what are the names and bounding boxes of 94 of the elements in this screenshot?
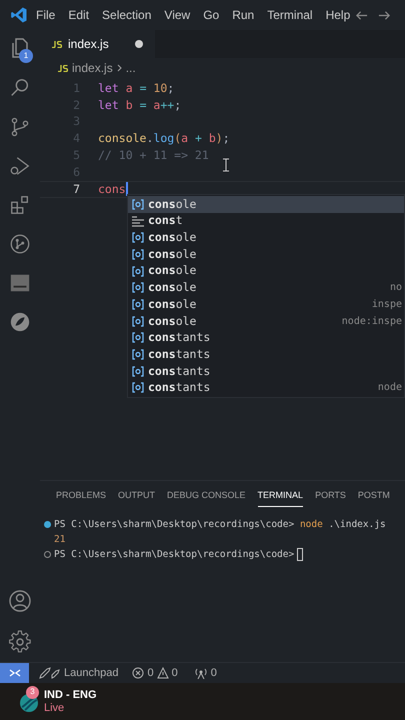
suggestion-label: console — [148, 279, 196, 296]
run-debug-icon[interactable] — [9, 155, 31, 177]
launchpad-button[interactable]: Launchpad — [39, 664, 118, 682]
suggestion-label: constants — [148, 362, 210, 380]
suggestion-detail: inspe — [372, 298, 402, 312]
editor-tab[interactable]: index.js — [40, 30, 155, 58]
suggestion-item[interactable]: const — [128, 212, 404, 230]
terminal-output: 21 — [54, 532, 66, 546]
variable-icon — [132, 332, 144, 344]
code-line: // 10 + 11 => 21 — [98, 146, 209, 164]
app-title: IND - ENG — [44, 688, 97, 702]
snippet-icon — [132, 216, 144, 227]
text-caret — [126, 182, 128, 196]
antenna-icon — [194, 667, 208, 679]
breadcrumb-item[interactable]: ... — [126, 59, 136, 77]
account-icon[interactable] — [8, 589, 32, 613]
variable-icon — [132, 366, 144, 377]
js-file-icon — [52, 40, 62, 48]
suggestion-label: constants — [148, 379, 210, 396]
variable-icon — [132, 198, 144, 210]
ports-button[interactable]: 0 — [194, 664, 217, 682]
variable-icon — [132, 248, 144, 260]
suggestion-item[interactable]: console — [128, 246, 404, 263]
source-control-icon[interactable] — [9, 116, 31, 138]
variable-icon — [132, 232, 144, 244]
suggestion-label: console — [148, 229, 196, 246]
line-number: 7 — [72, 180, 80, 198]
code-line: let b = a++; — [98, 96, 182, 114]
variable-icon — [132, 382, 144, 394]
settings-icon[interactable] — [8, 630, 32, 654]
notification-badge: 1 — [19, 49, 33, 63]
problems-button[interactable]: 0 0 — [132, 664, 178, 682]
suggestion-item[interactable]: console — [128, 262, 404, 280]
terminal-line: PS C:\Users\sharm\Desktop\recordings\code> — [54, 548, 294, 562]
code-line: let a = 10; — [98, 80, 174, 97]
suggestion-item[interactable]: console no — [128, 279, 404, 296]
panel-tab[interactable]: POSTM — [358, 489, 390, 506]
git-graph-icon[interactable] — [9, 233, 31, 255]
breadcrumb-item[interactable]: index.js — [72, 59, 113, 77]
suggestion-item[interactable]: console inspe — [128, 296, 404, 313]
suggestion-label: console — [148, 296, 196, 313]
menu-item[interactable]: Edit — [68, 6, 90, 24]
suggestion-item[interactable]: constants — [128, 362, 404, 380]
suggestion-detail: no — [390, 281, 402, 296]
warning-icon — [156, 667, 169, 679]
code-line: console.log(a + b); — [98, 130, 230, 148]
suggestion-label: console — [148, 196, 196, 213]
notification-badge: 3 — [26, 686, 39, 698]
variable-icon — [132, 349, 144, 360]
suggestion-item[interactable]: constants node — [128, 380, 404, 396]
remote-button[interactable] — [0, 663, 29, 683]
variable-icon — [132, 282, 144, 294]
panel-tab[interactable]: OUTPUT — [118, 489, 156, 506]
suggestion-label: console — [148, 312, 196, 330]
back-arrow-icon[interactable] — [355, 8, 368, 22]
code-line: cons — [98, 180, 126, 198]
suggestion-item[interactable]: console node:inspe — [128, 312, 404, 330]
js-file-icon — [58, 64, 68, 72]
panel-tab[interactable]: TERMINAL — [258, 489, 304, 506]
menu-item[interactable]: Selection — [102, 6, 152, 24]
menu-item[interactable]: Run — [232, 6, 254, 24]
suggestion-item[interactable]: constants — [128, 346, 404, 363]
terminal-line: PS C:\Users\sharm\Desktop\recordings\code> node .\index.js — [54, 518, 386, 532]
leaf-circle-icon[interactable] — [9, 311, 31, 333]
suggestion-detail: node:inspe — [342, 314, 402, 329]
error-icon — [132, 667, 144, 679]
variable-icon — [132, 298, 144, 310]
suggestion-item[interactable]: console — [128, 229, 404, 246]
menu-item[interactable]: File — [36, 6, 56, 24]
menu-item[interactable]: Help — [326, 6, 350, 24]
panel-tab[interactable]: PORTS — [315, 489, 346, 506]
suggestion-label: console — [148, 246, 196, 263]
app-logo-icon — [10, 6, 28, 24]
extensions-icon[interactable] — [9, 194, 31, 216]
panel-tab[interactable]: PROBLEMS — [56, 489, 106, 506]
forward-arrow-icon[interactable] — [378, 8, 391, 22]
chevron-icon — [116, 64, 122, 72]
suggestion-label: const — [148, 212, 183, 230]
suggestion-item[interactable]: constants — [128, 330, 404, 346]
suggestion-detail: node — [378, 381, 402, 396]
menu-item[interactable]: Terminal — [267, 6, 313, 24]
suggestion-label: constants — [148, 329, 210, 346]
search-icon[interactable] — [9, 77, 31, 99]
menu-item[interactable]: Go — [203, 6, 220, 24]
suggestion-item[interactable]: console — [128, 196, 404, 213]
variable-icon — [132, 266, 144, 277]
live-status: Live — [44, 702, 66, 714]
menu-item[interactable]: View — [164, 6, 190, 24]
variable-icon — [132, 316, 144, 327]
suggestion-label: constants — [148, 346, 210, 363]
panel-tab[interactable]: DEBUG CONSOLE — [167, 489, 246, 506]
suggestion-label: console — [148, 262, 196, 280]
remote-icon — [8, 667, 20, 679]
text-cursor-icon — [223, 158, 229, 172]
